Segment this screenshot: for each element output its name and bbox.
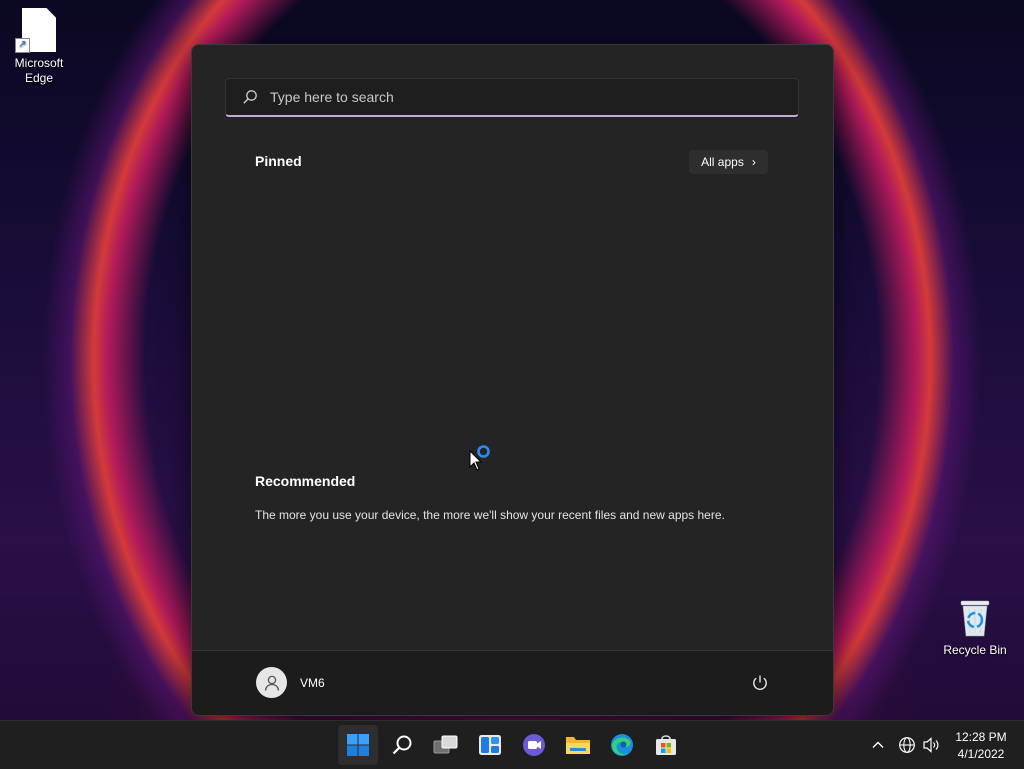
network-button[interactable]: [898, 735, 916, 755]
start-icon: [347, 734, 369, 756]
chat-icon: [523, 734, 545, 756]
widgets-icon: [479, 735, 501, 755]
recommended-heading: Recommended: [255, 473, 356, 489]
search-icon: [392, 735, 412, 755]
store-icon: [656, 735, 676, 755]
avatar: [256, 667, 287, 698]
recommended-empty-message: The more you use your device, the more w…: [255, 508, 725, 522]
network-icon: [899, 737, 915, 753]
power-icon: [753, 675, 767, 690]
clock-date: 4/1/2022: [957, 747, 1005, 761]
user-name: VM6: [300, 676, 325, 690]
store-button[interactable]: [646, 725, 686, 765]
pinned-heading: Pinned: [255, 153, 302, 169]
recycle-bin-icon: [957, 597, 993, 637]
file-explorer-button[interactable]: [558, 725, 598, 765]
clock-time: 12:28 PM: [955, 730, 1007, 744]
volume-icon: [923, 737, 939, 753]
start-button[interactable]: [338, 725, 378, 765]
desktop-icon-microsoft-edge[interactable]: ↗ Microsoft Edge: [1, 8, 77, 86]
start-menu-footer: VM6: [192, 650, 833, 715]
all-apps-label: All apps: [701, 155, 744, 169]
desktop-icon-label: Microsoft: [14, 56, 64, 70]
widgets-button[interactable]: [470, 725, 510, 765]
chevron-up-icon: [872, 741, 884, 748]
clock[interactable]: 12:28 PM 4/1/2022: [948, 729, 1014, 763]
task-view-button[interactable]: [426, 725, 466, 765]
chevron-right-icon: ›: [751, 155, 756, 169]
task-view-icon: [433, 735, 458, 754]
shortcut-arrow-icon: ↗: [15, 38, 30, 53]
chat-button[interactable]: [514, 725, 554, 765]
volume-button[interactable]: [922, 735, 942, 755]
edge-button[interactable]: [602, 725, 642, 765]
busy-cursor-icon: [469, 443, 493, 477]
start-search-box[interactable]: [225, 78, 799, 117]
show-hidden-icons-button[interactable]: [871, 735, 885, 755]
start-menu: Pinned All apps › Recommended The more y…: [191, 44, 834, 716]
desktop-icon-label: Recycle Bin: [943, 643, 1007, 657]
search-input[interactable]: [268, 88, 752, 106]
all-apps-button[interactable]: All apps ›: [689, 150, 768, 174]
taskbar-search-button[interactable]: [382, 725, 422, 765]
desktop-icon-recycle-bin[interactable]: Recycle Bin: [937, 595, 1013, 658]
file-explorer-icon: [566, 737, 590, 754]
user-icon: [264, 675, 279, 691]
search-icon: [243, 90, 257, 104]
edge-icon: [611, 734, 633, 756]
desktop-icon-label: Edge: [24, 71, 54, 85]
taskbar: 12:28 PM 4/1/2022: [0, 720, 1024, 769]
power-button[interactable]: [748, 671, 772, 695]
